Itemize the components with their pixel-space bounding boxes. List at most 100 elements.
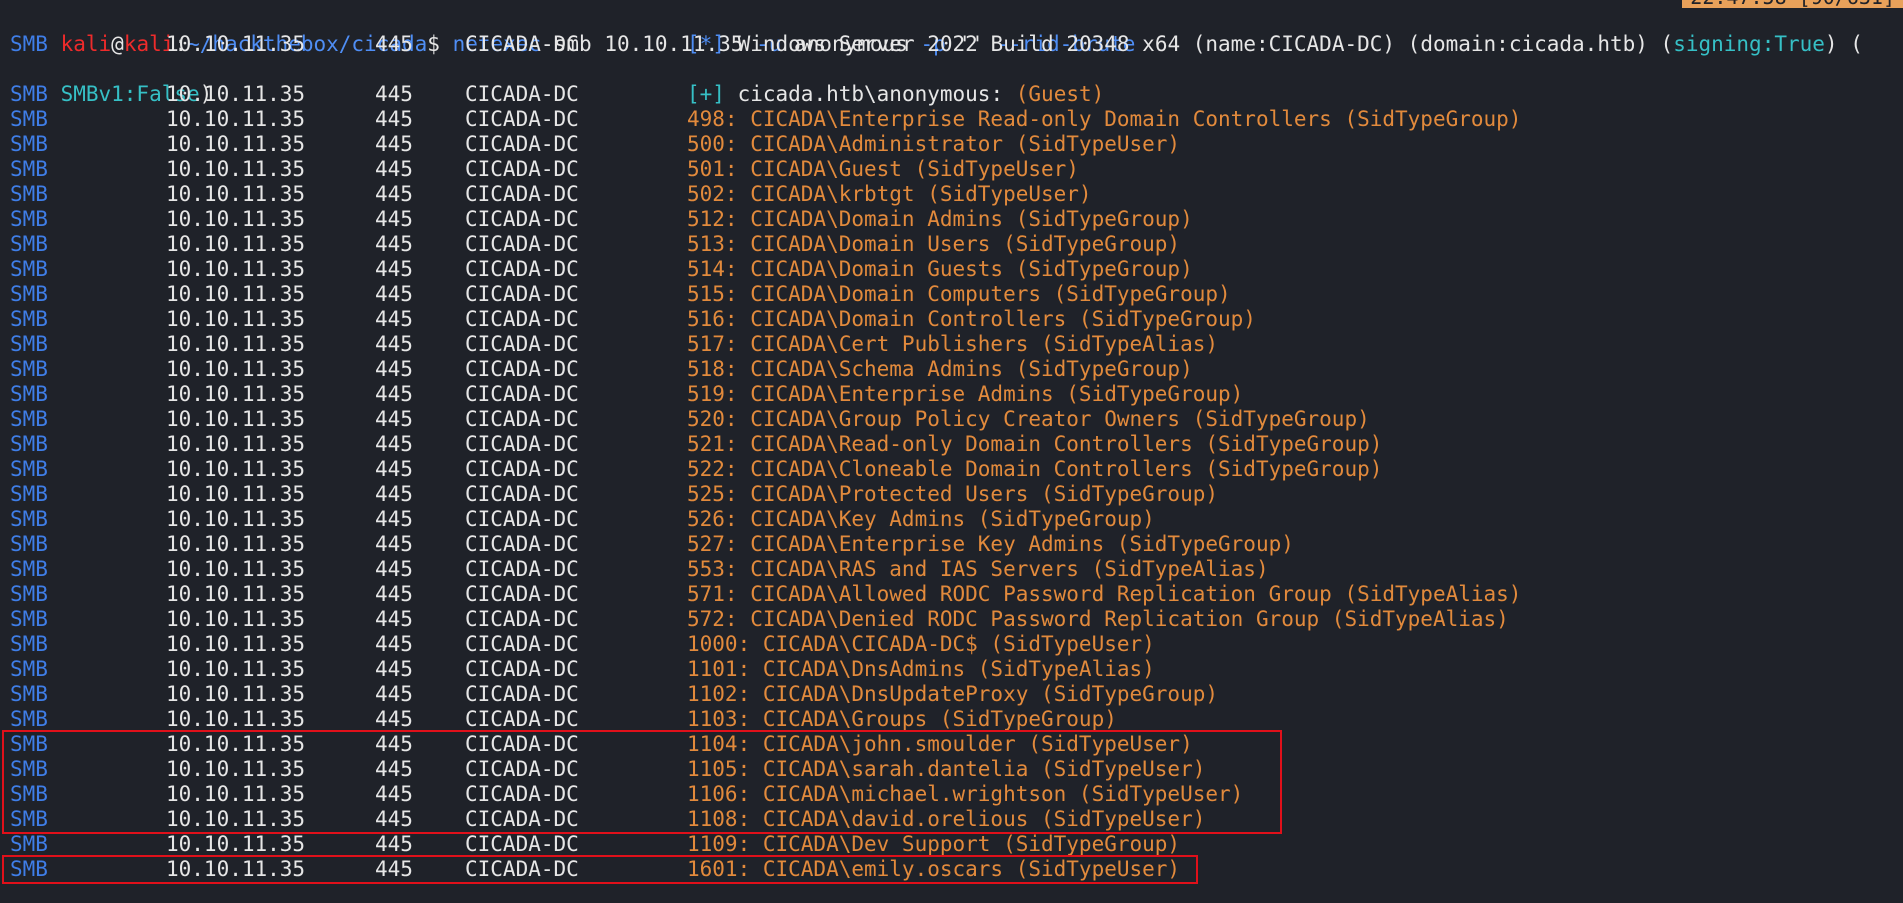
protocol-cell: SMB: [10, 532, 48, 556]
result-cell: 512: CICADA\Domain Admins (SidTypeGroup): [687, 207, 1193, 231]
protocol-cell: SMB: [10, 757, 48, 781]
protocol-cell: SMB: [10, 507, 48, 531]
ip-cell: 10.10.11.35: [166, 207, 306, 231]
port-cell: 445: [375, 832, 413, 856]
port-cell: 445: [375, 382, 413, 406]
result-cell: 1108: CICADA\david.orelious (SidTypeUser…: [687, 807, 1206, 831]
host-cell: CICADA-DC: [465, 557, 579, 581]
host-cell: CICADA-DC: [465, 182, 579, 206]
port-cell: 445: [375, 532, 413, 556]
host-cell: CICADA-DC: [465, 307, 579, 331]
result-cell: 1103: CICADA\Groups (SidTypeGroup): [687, 707, 1117, 731]
result-cell: 519: CICADA\Enterprise Admins (SidTypeGr…: [687, 382, 1244, 406]
protocol-cell: SMB: [10, 607, 48, 631]
ip-cell: 10.10.11.35: [166, 832, 306, 856]
ip-cell: 10.10.11.35: [166, 282, 306, 306]
ip-cell: 10.10.11.35: [166, 107, 306, 131]
port-cell: 445: [375, 732, 413, 756]
port-cell: 445: [375, 182, 413, 206]
result-cell: 1109: CICADA\Dev Support (SidTypeGroup): [687, 832, 1181, 856]
protocol-cell: SMB: [10, 657, 48, 681]
result-cell: 502: CICADA\krbtgt (SidTypeUser): [687, 182, 1092, 206]
info-marker: [*]: [687, 32, 725, 56]
port-cell: 445: [375, 432, 413, 456]
host-cell: CICADA-DC: [465, 782, 579, 806]
protocol-cell: SMB: [10, 582, 48, 606]
host-cell: CICADA-DC: [465, 157, 579, 181]
ip-cell: 10.10.11.35: [166, 757, 306, 781]
info-text-end: ) (: [1824, 32, 1863, 56]
host-cell: CICADA-DC: [465, 482, 579, 506]
host-cell: CICADA-DC: [465, 507, 579, 531]
ip-cell: 10.10.11.35: [166, 532, 306, 556]
host-cell: CICADA-DC: [465, 457, 579, 481]
port-cell: 445: [375, 282, 413, 306]
result-cell: 517: CICADA\Cert Publishers (SidTypeAlia…: [687, 332, 1219, 356]
host-cell: CICADA-DC: [465, 107, 579, 131]
host-cell: CICADA-DC: [465, 82, 579, 106]
result-cell: 1601: CICADA\emily.oscars (SidTypeUser): [687, 857, 1181, 881]
ip-cell: 10.10.11.35: [166, 632, 306, 656]
result-cell: 572: CICADA\Denied RODC Password Replica…: [687, 607, 1509, 631]
protocol-cell: SMB: [10, 157, 48, 181]
ip-cell: 10.10.11.35: [166, 82, 306, 106]
result-cell: 516: CICADA\Domain Controllers (SidTypeG…: [687, 307, 1256, 331]
host-cell: CICADA-DC: [465, 832, 579, 856]
ip-cell: 10.10.11.35: [166, 357, 306, 381]
auth-line: SMB 10.10.11.35 445 CICADA-DC [+] cicada…: [10, 82, 1104, 107]
ip-cell: 10.10.11.35: [166, 507, 306, 531]
port-cell: 445: [375, 807, 413, 831]
result-cell: 1101: CICADA\DnsAdmins (SidTypeAlias): [687, 657, 1155, 681]
port-cell: 445: [375, 607, 413, 631]
result-cell: 1102: CICADA\DnsUpdateProxy (SidTypeGrou…: [687, 682, 1219, 706]
protocol-cell: SMB: [10, 457, 48, 481]
result-cell: 500: CICADA\Administrator (SidTypeUser): [687, 132, 1181, 156]
port-cell: 445: [375, 782, 413, 806]
host-cell: CICADA-DC: [465, 657, 579, 681]
ip-cell: 10.10.11.35: [166, 607, 306, 631]
protocol-cell: SMB: [10, 182, 48, 206]
ip-cell: 10.10.11.35: [166, 732, 306, 756]
protocol-cell: SMB: [10, 732, 48, 756]
port-cell: 445: [375, 707, 413, 731]
protocol-cell: SMB: [10, 382, 48, 406]
protocol-cell: SMB: [10, 707, 48, 731]
host-cell: CICADA-DC: [465, 757, 579, 781]
host-cell: CICADA-DC: [465, 382, 579, 406]
result-cell: 515: CICADA\Domain Computers (SidTypeGro…: [687, 282, 1231, 306]
terminal-window[interactable]: 22:47:58 [90/631] kali@kali:~/hackthebox…: [0, 0, 1903, 903]
port-cell: 445: [375, 857, 413, 881]
host-cell: CICADA-DC: [465, 632, 579, 656]
port-cell: 445: [375, 357, 413, 381]
protocol-cell: SMB: [10, 832, 48, 856]
host-cell: CICADA-DC: [465, 682, 579, 706]
ip-cell: 10.10.11.35: [166, 432, 306, 456]
port-cell: 445: [375, 757, 413, 781]
result-cell: 1106: CICADA\michael.wrightson (SidTypeU…: [687, 782, 1244, 806]
port-cell: 445: [375, 682, 413, 706]
host-cell: CICADA-DC: [465, 432, 579, 456]
port-cell: 445: [375, 332, 413, 356]
protocol-cell: SMB: [10, 557, 48, 581]
result-cell: 526: CICADA\Key Admins (SidTypeGroup): [687, 507, 1155, 531]
host-cell: CICADA-DC: [465, 232, 579, 256]
prompt-dollar: $: [427, 32, 440, 56]
result-cell: 522: CICADA\Cloneable Domain Controllers…: [687, 457, 1383, 481]
host-cell: CICADA-DC: [465, 257, 579, 281]
result-cell: 571: CICADA\Allowed RODC Password Replic…: [687, 582, 1522, 606]
protocol-cell: SMB: [10, 482, 48, 506]
host-cell: CICADA-DC: [465, 582, 579, 606]
host-cell: CICADA-DC: [465, 332, 579, 356]
result-cell: 501: CICADA\Guest (SidTypeUser): [687, 157, 1079, 181]
auth-marker: [+]: [687, 82, 725, 106]
protocol-cell: SMB: [10, 107, 48, 131]
protocol-cell: SMB: [10, 257, 48, 281]
port-cell: 445: [375, 657, 413, 681]
ip-cell: 10.10.11.35: [166, 407, 306, 431]
host-cell: CICADA-DC: [465, 607, 579, 631]
ip-cell: 10.10.11.35: [166, 682, 306, 706]
port-cell: 445: [375, 632, 413, 656]
result-cell: 1104: CICADA\john.smoulder (SidTypeUser): [687, 732, 1193, 756]
protocol-cell: SMB: [10, 682, 48, 706]
protocol-cell: SMB: [10, 232, 48, 256]
